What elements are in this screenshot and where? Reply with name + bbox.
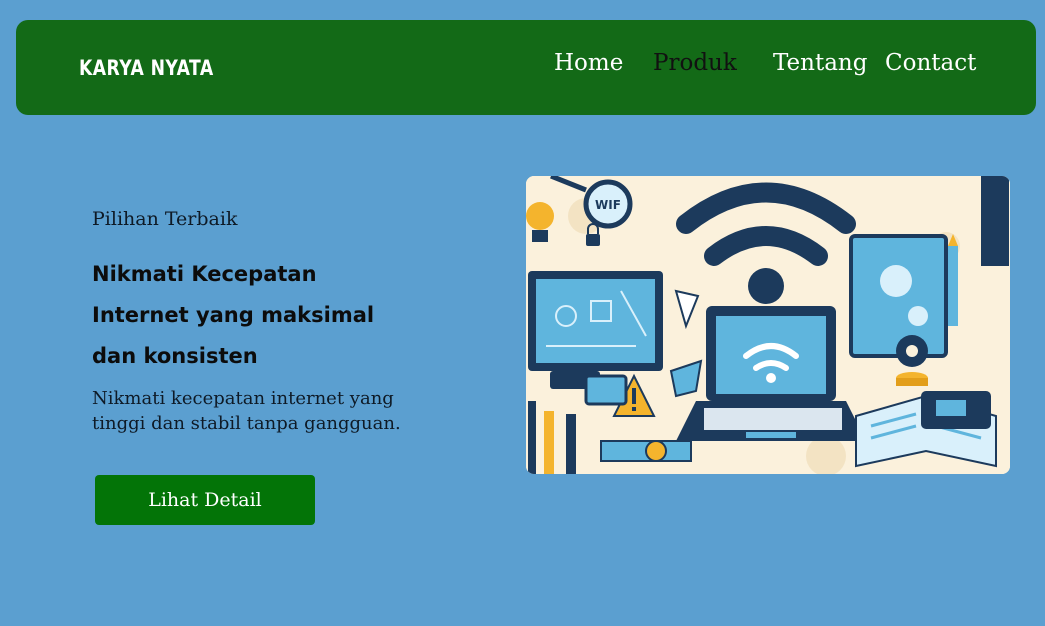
nav-link-tentang[interactable]: Tentang [773, 50, 867, 76]
tools-icon [600, 440, 692, 462]
gears-board-icon [849, 234, 948, 358]
hero-subtitle: Pilihan Terbaik [92, 208, 238, 230]
hero-description: Nikmati kecepatan internet yang tinggi d… [92, 388, 401, 434]
blueprint-board-icon [528, 271, 663, 371]
magnifier-label: WIF [595, 198, 621, 212]
nav-link-contact[interactable]: Contact [885, 50, 976, 76]
hero-title-line-2: Internet yang maksimal [92, 303, 375, 327]
nav-link-home[interactable]: Home [554, 50, 623, 76]
coins-icon [896, 372, 928, 386]
hero-title-line-1: Nikmati Kecepatan [92, 262, 317, 286]
navbar: KARYA NYATA Home Produk Tentang Contact [16, 20, 1036, 115]
hero-illustration: WIF [526, 176, 1010, 474]
hero-title-line-3: dan konsisten [92, 344, 258, 368]
hero-title: Nikmati Kecepatan Internet yang maksimal… [92, 254, 374, 377]
nav-link-produk[interactable]: Produk [653, 50, 737, 76]
brand-logo[interactable]: KARYA NYATA [79, 56, 214, 80]
gear-icon [896, 335, 928, 367]
device-icon [921, 391, 991, 429]
lihat-detail-button[interactable]: Lihat Detail [95, 475, 315, 525]
